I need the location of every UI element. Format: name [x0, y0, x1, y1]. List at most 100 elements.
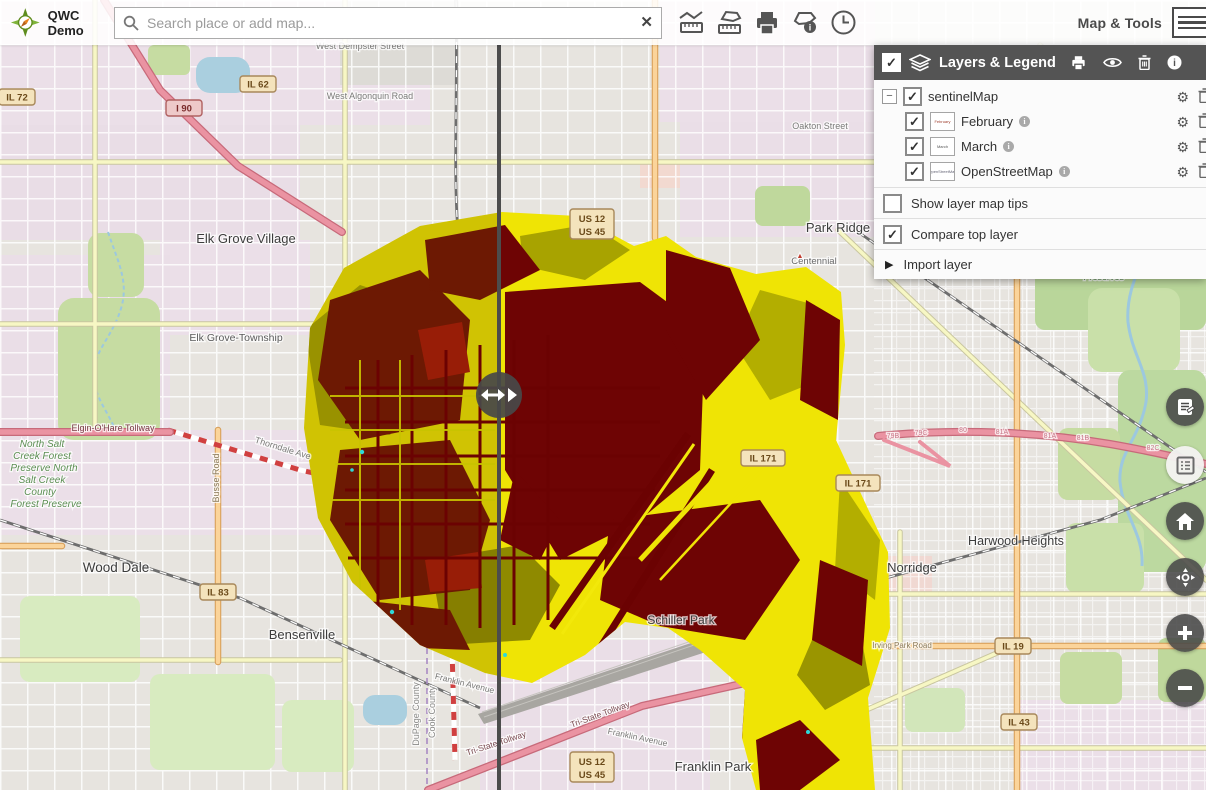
map-label: Irving Park Road [872, 641, 932, 650]
panel-master-checkbox[interactable] [882, 53, 901, 72]
search-icon [123, 15, 139, 31]
panel-info-icon[interactable]: i [1167, 55, 1182, 70]
search-box[interactable]: ✕ [114, 7, 662, 39]
map-tips-checkbox[interactable] [883, 194, 902, 213]
layer-settings-gear-icon[interactable]: ⚙ [1176, 165, 1189, 179]
app-logo[interactable]: QWC Demo [10, 6, 114, 39]
map-label: ▲ [797, 253, 804, 260]
map-label: Wood Dale [83, 560, 150, 575]
layer-info-icon[interactable]: i [1059, 166, 1070, 177]
map-label: Franklin Park [675, 759, 752, 774]
panel-print-icon[interactable] [1070, 55, 1087, 71]
layer-trash-icon-clipped[interactable] [1198, 113, 1206, 131]
map-tools-label[interactable]: Map & Tools [1078, 15, 1162, 31]
layer-trash-icon-clipped[interactable] [1198, 163, 1206, 181]
compare-checkbox[interactable] [883, 225, 902, 244]
print-button[interactable] [748, 4, 786, 42]
measure-area-button[interactable] [710, 4, 748, 42]
layer-checkbox-march[interactable] [905, 137, 924, 156]
layer-name: March [961, 139, 997, 154]
measure-line-icon [678, 9, 705, 36]
home-button[interactable] [1166, 502, 1204, 540]
top-toolbar: QWC Demo ✕ i [0, 0, 1206, 45]
map-label: Harwood Heights [968, 534, 1064, 548]
layer-trash-icon-clipped[interactable] [1198, 88, 1206, 106]
plus-icon [1176, 624, 1194, 642]
map-label: Creek Forest [13, 451, 72, 462]
clear-search-icon[interactable]: ✕ [640, 15, 653, 30]
search-input[interactable] [145, 14, 640, 32]
time-manager-button[interactable] [824, 4, 862, 42]
layer-row-sentinelmap[interactable]: − sentinelMap ⚙ [874, 84, 1206, 109]
import-layer-section[interactable]: ▶ Import layer [874, 249, 1206, 279]
svg-text:IL 72: IL 72 [6, 93, 27, 104]
layer-settings-gear-icon[interactable]: ⚙ [1176, 140, 1189, 154]
layer-legend-thumbnail: OpenStreetMap [930, 162, 955, 181]
map-label: Elk Grove Village [196, 231, 295, 246]
layer-settings-gear-icon[interactable]: ⚙ [1176, 115, 1189, 129]
road-shield: IL 19 [995, 638, 1031, 654]
svg-text:US 45: US 45 [579, 227, 606, 238]
identify-region-icon: i [791, 9, 819, 36]
layer-info-icon[interactable]: i [1003, 141, 1014, 152]
road-shield: I 90 [166, 100, 202, 116]
layer-name: sentinelMap [928, 89, 998, 104]
map-label: Bensenville [269, 627, 336, 642]
map-label: Salt Creek [19, 475, 67, 486]
task-info-button[interactable] [1166, 388, 1204, 426]
layer-row-march[interactable]: March March i ⚙ [874, 134, 1206, 159]
tree-collapse-icon[interactable]: − [882, 89, 897, 104]
panel-title: Layers & Legend [939, 55, 1056, 71]
map-label: Preserve North [10, 463, 78, 474]
map-label: 82C [1147, 445, 1160, 452]
map-label: North Salt [20, 439, 66, 450]
road-shield: IL 43 [1001, 714, 1037, 730]
svg-text:IL 19: IL 19 [1002, 642, 1023, 653]
identify-region-button[interactable]: i [786, 4, 824, 42]
road-shield: IL 171 [741, 450, 785, 466]
layer-row-february[interactable]: February February i ⚙ [874, 109, 1206, 134]
road-shield: IL 72 [0, 89, 35, 105]
map-label: Elgin-O'Hare Tollway [71, 423, 155, 433]
panel-visibility-eye-icon[interactable] [1103, 56, 1122, 69]
compare-top-layer-option[interactable]: Compare top layer [874, 218, 1206, 249]
layer-trash-icon-clipped[interactable] [1198, 138, 1206, 156]
zoom-in-button[interactable] [1166, 614, 1204, 652]
svg-text:IL 171: IL 171 [845, 479, 872, 490]
map-label: 81A [1044, 433, 1057, 440]
show-map-tips-option[interactable]: Show layer map tips [874, 187, 1206, 218]
layer-name: February [961, 114, 1013, 129]
minus-icon [1176, 679, 1194, 697]
measure-line-button[interactable] [672, 4, 710, 42]
map-label: 80 [959, 427, 967, 434]
zoom-out-button[interactable] [1166, 669, 1204, 707]
layer-legend-thumbnail: March [930, 137, 955, 156]
layer-checkbox-february[interactable] [905, 112, 924, 131]
road-shield: IL 83 [200, 584, 236, 600]
task-note-icon [1175, 397, 1195, 417]
print-icon [754, 10, 780, 36]
compare-label: Compare top layer [911, 227, 1018, 242]
svg-text:IL 171: IL 171 [750, 454, 777, 465]
svg-text:US 12: US 12 [579, 214, 605, 225]
layer-row-openstreetmap[interactable]: OpenStreetMap OpenStreetMap i ⚙ [874, 159, 1206, 184]
panel-trash-icon[interactable] [1138, 55, 1151, 70]
layer-settings-gear-icon[interactable]: ⚙ [1176, 90, 1189, 104]
layer-info-icon[interactable]: i [1019, 116, 1030, 127]
layer-checkbox-openstreetmap[interactable] [905, 162, 924, 181]
svg-text:IL 83: IL 83 [207, 588, 228, 599]
layers-legend-panel: Layers & Legend i [874, 45, 1206, 279]
layer-list-button[interactable] [1166, 446, 1204, 484]
road-shield: IL 62 [240, 76, 276, 92]
map-label: 79C [915, 430, 928, 437]
zoom-to-extent-button[interactable] [1166, 558, 1204, 596]
hamburger-menu-button[interactable] [1172, 7, 1206, 38]
map-label: County [24, 487, 57, 498]
map-label: West Algonquin Road [327, 91, 413, 101]
layer-name: OpenStreetMap [961, 164, 1053, 179]
layer-checkbox-sentinelmap[interactable] [903, 87, 922, 106]
svg-text:IL 62: IL 62 [247, 80, 268, 91]
compare-slider-handle[interactable] [476, 372, 522, 418]
app-title: QWC Demo [48, 8, 114, 38]
import-layer-label: Import layer [903, 257, 972, 272]
